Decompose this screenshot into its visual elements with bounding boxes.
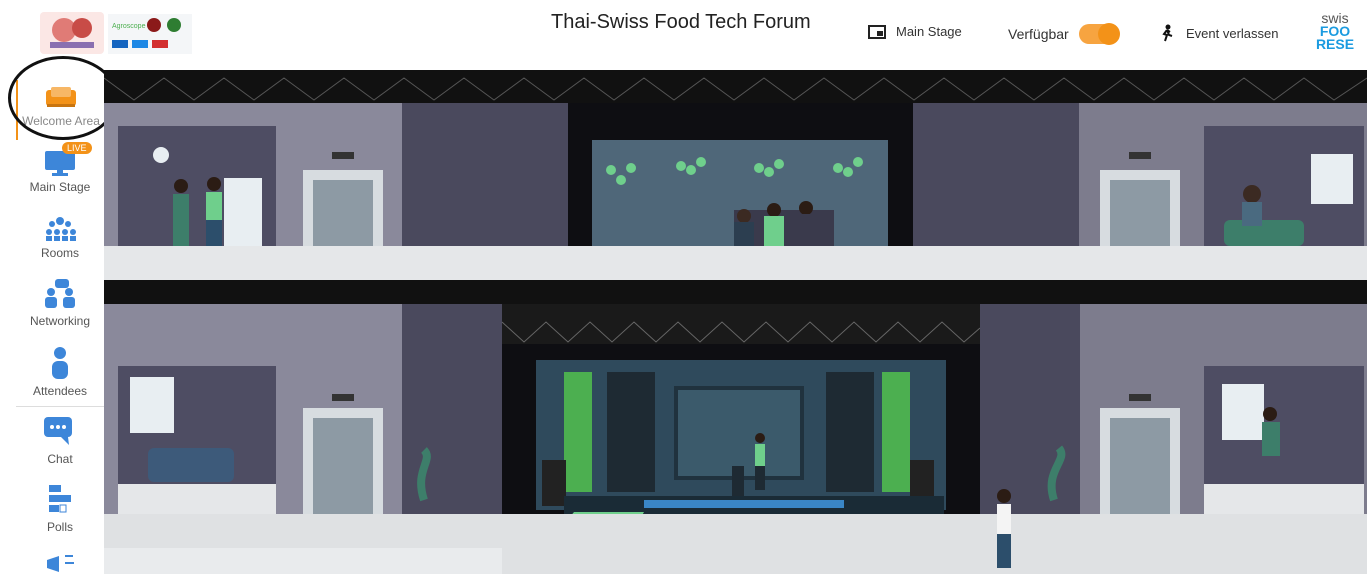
leave-event-button[interactable]: Event verlassen xyxy=(1160,24,1279,42)
leave-event-label: Event verlassen xyxy=(1186,25,1279,41)
sidebar-item-main-stage[interactable]: Main Stage xyxy=(16,148,104,194)
networking-icon xyxy=(45,279,75,308)
toggle-switch[interactable] xyxy=(1078,23,1120,45)
sidebar-item-networking[interactable]: Networking xyxy=(16,278,104,328)
main-stage-link[interactable]: Main Stage xyxy=(868,24,962,39)
megaphone-icon xyxy=(47,555,74,572)
stage-screen xyxy=(674,386,804,480)
sidebar-item-attendees[interactable]: Attendees xyxy=(16,346,104,398)
top-truss xyxy=(104,70,1367,103)
availability-label: Verfügbar xyxy=(1008,26,1069,42)
sidebar-item-label: Rooms xyxy=(40,246,79,260)
brand-logo-line: RESE xyxy=(1315,36,1355,52)
app-window: Agroscope Thai-Swiss Food Tech Forum Mai… xyxy=(0,0,1367,574)
sidebar-item-label: Chat xyxy=(47,452,73,466)
venue-scene[interactable] xyxy=(103,70,1367,574)
screen-icon xyxy=(868,24,886,39)
sidebar-item-chat[interactable]: Chat xyxy=(16,416,104,466)
toggle-knob xyxy=(1097,23,1120,45)
polls-icon xyxy=(49,485,71,513)
rooms-icon xyxy=(46,217,76,241)
main-stage-link-label: Main Stage xyxy=(896,24,962,39)
swiss-food-research-logo: swis FOO RESE xyxy=(1312,11,1358,58)
sidebar-nav: Welcome Area Main Stage LIVE Rooms Netwo… xyxy=(0,56,187,574)
sidebar-item-label: Main Stage xyxy=(29,180,91,194)
event-logos: Agroscope xyxy=(38,10,194,58)
availability-toggle[interactable]: Verfügbar xyxy=(1008,23,1120,45)
sidebar-item-label: Polls xyxy=(46,520,73,534)
speaker-left xyxy=(542,460,566,506)
person-icon xyxy=(52,347,68,379)
live-badge: LIVE xyxy=(62,142,92,154)
highlight-circle xyxy=(8,56,118,140)
sidebar-item-label: Networking xyxy=(29,314,91,328)
chat-icon xyxy=(44,417,72,445)
sidebar-item-polls[interactable]: Polls xyxy=(16,484,104,534)
sidebar-divider xyxy=(16,406,104,407)
upper-balcony xyxy=(104,246,1367,280)
sidebar-item-rooms[interactable]: Rooms xyxy=(16,216,104,260)
sidebar-item-announcements[interactable] xyxy=(16,552,104,574)
top-header: Agroscope Thai-Swiss Food Tech Forum Mai… xyxy=(0,0,1367,70)
exit-icon xyxy=(1162,24,1173,42)
page-title: Thai-Swiss Food Tech Forum xyxy=(551,11,811,33)
sidebar-item-label: Attendees xyxy=(32,384,88,398)
svg-text:Agroscope: Agroscope xyxy=(112,23,146,30)
